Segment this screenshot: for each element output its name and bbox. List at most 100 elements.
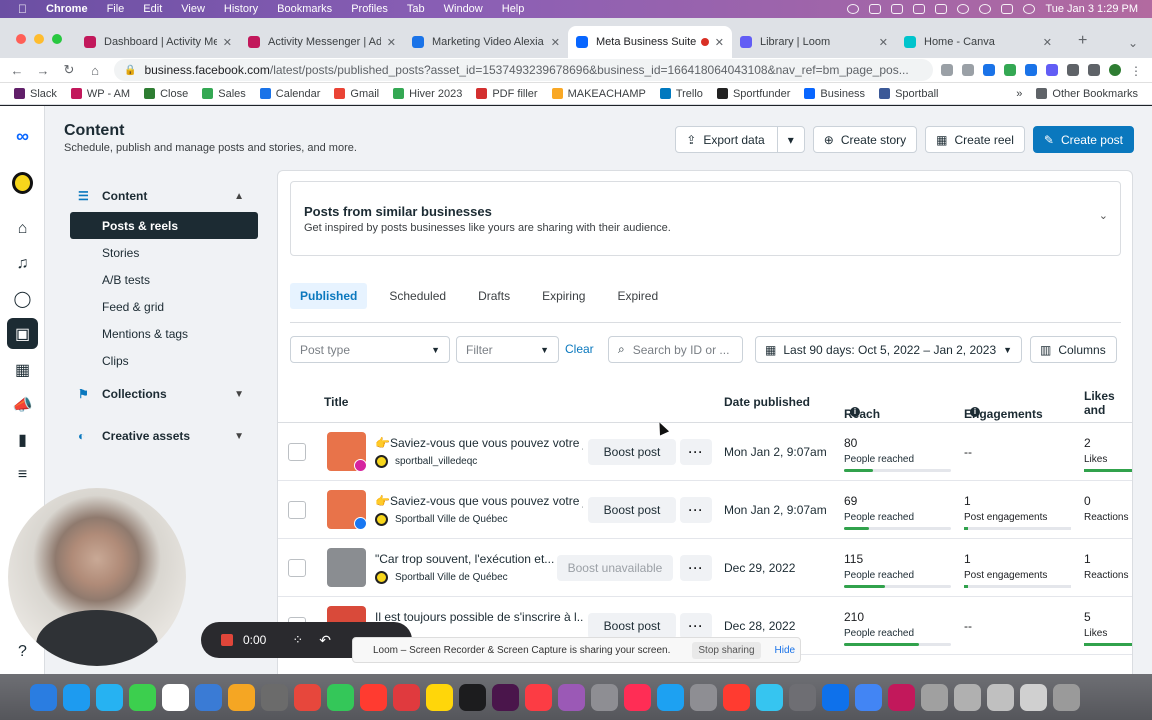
bookmark-item[interactable]: Hiver 2023 xyxy=(393,88,462,100)
extension-icon[interactable] xyxy=(1004,64,1016,76)
more-options-icon[interactable]: ··· xyxy=(680,555,712,581)
apple-icon[interactable]:  xyxy=(18,2,32,16)
more-menu-icon[interactable]: ⋮ xyxy=(1130,64,1142,78)
sidepanel-icon[interactable] xyxy=(1088,64,1100,76)
inbox-icon[interactable]: ◯ xyxy=(12,288,33,309)
row-checkbox[interactable] xyxy=(288,559,306,577)
sidebar-item-posts-reels[interactable]: Posts & reels xyxy=(70,212,258,239)
stop-recording-button[interactable] xyxy=(221,634,233,646)
close-tab-icon[interactable]: ✕ xyxy=(1043,36,1052,49)
browser-tab[interactable]: Home - Canva ✕ xyxy=(896,26,1060,58)
close-tab-icon[interactable]: ✕ xyxy=(879,36,888,49)
sidebar-item-feed-grid[interactable]: Feed & grid xyxy=(64,293,264,320)
notifications-icon[interactable]: ♫ xyxy=(12,253,33,274)
minimize-window-button[interactable] xyxy=(34,34,44,44)
close-tab-icon[interactable]: ✕ xyxy=(387,36,396,49)
dock-app-icon[interactable] xyxy=(525,683,552,711)
chevron-down-icon[interactable]: ⌄ xyxy=(1099,209,1108,222)
close-tab-icon[interactable]: ✕ xyxy=(551,36,560,49)
bookmark-item[interactable]: Sportball xyxy=(879,88,938,100)
bookmark-item[interactable]: Sportfunder xyxy=(716,88,790,100)
lock-icon[interactable]: 🔒 xyxy=(124,65,136,76)
menu-edit[interactable]: Edit xyxy=(143,3,162,15)
sidebar-item-ab-tests[interactable]: A/B tests xyxy=(64,266,264,293)
dock-app-icon[interactable] xyxy=(888,683,915,711)
dock-app-icon[interactable] xyxy=(195,683,222,711)
post-thumbnail[interactable] xyxy=(327,548,366,587)
columns-button[interactable]: ▥ Columns xyxy=(1030,336,1117,363)
new-tab-icon[interactable]: + xyxy=(1060,32,1087,58)
boost-button[interactable]: Boost unavailable xyxy=(557,555,673,581)
tab-search-icon[interactable]: ⌄ xyxy=(1128,36,1152,58)
dock-app-icon[interactable] xyxy=(723,683,750,711)
tab-scheduled[interactable]: Scheduled xyxy=(379,283,456,309)
tab-drafts[interactable]: Drafts xyxy=(468,283,520,309)
bookmark-item[interactable]: Calendar xyxy=(259,88,320,100)
menu-file[interactable]: File xyxy=(107,3,125,15)
bookmark-item[interactable]: Sales xyxy=(202,88,246,100)
planner-icon[interactable]: ▦ xyxy=(12,359,33,380)
stop-sharing-button[interactable]: Stop sharing xyxy=(692,641,761,659)
dock-app-icon[interactable] xyxy=(261,683,288,711)
dock-app-icon[interactable] xyxy=(690,683,717,711)
profile-avatar[interactable] xyxy=(1109,64,1121,76)
more-options-icon[interactable]: ··· xyxy=(680,497,712,523)
browser-tab-active[interactable]: Meta Business Suite ✕ xyxy=(568,26,732,58)
bookmark-item[interactable]: Trello xyxy=(659,88,703,100)
dock-app-icon[interactable] xyxy=(228,683,255,711)
bookmark-item[interactable]: WP - AM xyxy=(70,88,130,100)
extension-icon[interactable] xyxy=(1025,64,1037,76)
sidebar-item-stories[interactable]: Stories xyxy=(64,239,264,266)
similar-businesses-card[interactable]: Posts from similar businesses Get inspir… xyxy=(290,181,1121,256)
dock-app-icon[interactable] xyxy=(327,683,354,711)
dock-app-icon[interactable] xyxy=(822,683,849,711)
table-row[interactable]: 👉Saviez-vous que vous pouvez votre j... S… xyxy=(278,481,1132,539)
dock-app-icon[interactable] xyxy=(789,683,816,711)
hide-notice-link[interactable]: Hide xyxy=(775,645,796,656)
bookmark-item[interactable]: Close xyxy=(144,88,188,100)
install-icon[interactable] xyxy=(941,64,953,76)
tab-expiring[interactable]: Expiring xyxy=(532,283,595,309)
date-range-picker[interactable]: ▦ Last 90 days: Oct 5, 2022 – Jan 2, 2023… xyxy=(755,336,1022,363)
content-icon[interactable]: ▣ xyxy=(7,318,38,349)
dock-app-icon[interactable] xyxy=(63,683,90,711)
menu-tab[interactable]: Tab xyxy=(407,3,425,15)
close-tab-icon[interactable]: ✕ xyxy=(223,36,232,49)
loom-icon[interactable] xyxy=(891,4,904,14)
close-tab-icon[interactable]: ✕ xyxy=(715,36,724,49)
dock-app-icon[interactable] xyxy=(921,683,948,711)
post-title[interactable]: Il est toujours possible de s'inscrire à… xyxy=(375,610,583,624)
dock-app-icon[interactable] xyxy=(756,683,783,711)
dock-app-icon[interactable] xyxy=(624,683,651,711)
menu-help[interactable]: Help xyxy=(502,3,525,15)
chevron-right-icon[interactable]: » xyxy=(1016,88,1022,100)
info-icon[interactable]: i xyxy=(850,407,860,417)
spotlight-icon[interactable] xyxy=(979,4,992,14)
dock-app-icon[interactable] xyxy=(1020,683,1047,711)
home-icon[interactable]: ⌂ xyxy=(12,218,33,239)
dock-app-icon[interactable] xyxy=(96,683,123,711)
insights-icon[interactable]: ▮ xyxy=(12,429,33,450)
other-bookmarks[interactable]: » Other Bookmarks xyxy=(1016,88,1138,100)
help-icon[interactable]: ? xyxy=(12,641,33,662)
sidebar-section-creative-assets[interactable]: ◐ Creative assets ▼ xyxy=(64,420,264,452)
dock-app-icon[interactable] xyxy=(855,683,882,711)
menu-history[interactable]: History xyxy=(224,3,258,15)
sidebar-section-content[interactable]: ☰ Content ▲ xyxy=(64,180,264,212)
drag-grid-icon[interactable]: ⁘ xyxy=(292,632,303,648)
dock-app-icon[interactable] xyxy=(558,683,585,711)
dock-app-icon[interactable] xyxy=(954,683,981,711)
record-status-icon[interactable] xyxy=(847,4,860,14)
bookmark-item[interactable]: Slack xyxy=(14,88,57,100)
bookmark-item[interactable]: PDF filler xyxy=(476,88,538,100)
account-switcher[interactable] xyxy=(12,171,33,194)
post-title[interactable]: "Car trop souvent, l'exécution et... xyxy=(375,552,583,566)
search-input[interactable]: ⌕ Search by ID or ... xyxy=(608,336,743,363)
dropbox-icon[interactable] xyxy=(913,4,926,14)
more-options-icon[interactable]: ··· xyxy=(680,613,712,639)
boost-button[interactable]: Boost post xyxy=(588,613,676,639)
dock-app-icon[interactable] xyxy=(129,683,156,711)
post-type-select[interactable]: Post type ▼ xyxy=(290,336,450,363)
info-icon[interactable]: i xyxy=(970,407,980,417)
create-story-button[interactable]: ⊕ Create story xyxy=(812,126,918,153)
